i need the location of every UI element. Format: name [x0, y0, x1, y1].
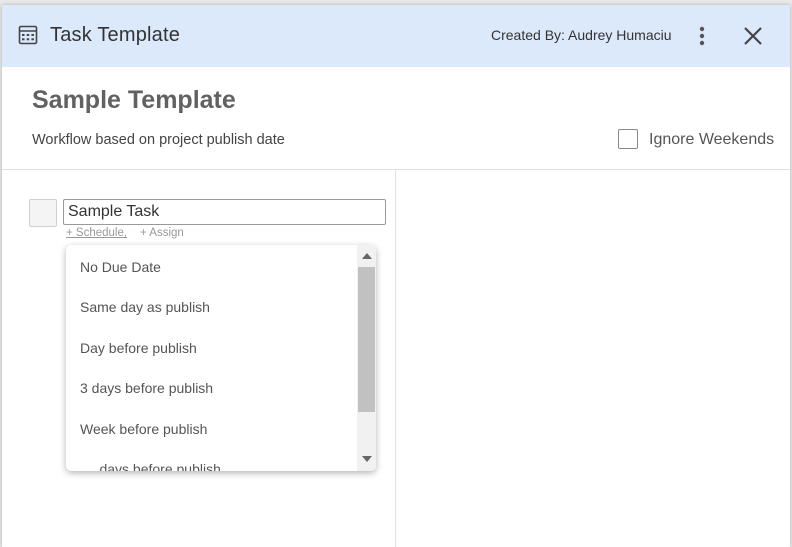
ignore-weekends-label[interactable]: Ignore Weekends	[649, 131, 774, 149]
dropdown-option[interactable]: No Due Date	[80, 259, 161, 275]
scroll-down-arrow-icon[interactable]	[362, 456, 372, 462]
dialog-header: Task Template Created By: Audrey Humaciu	[2, 5, 790, 67]
dropdown-option[interactable]: Day before publish	[80, 340, 197, 356]
close-icon[interactable]	[740, 23, 766, 49]
dropdown-scrollbar[interactable]	[357, 245, 376, 471]
schedule-dropdown: No Due Date Same day as publish Day befo…	[66, 245, 376, 471]
task-template-dialog: Task Template Created By: Audrey Humaciu…	[2, 5, 790, 547]
template-description: Workflow based on project publish date	[32, 132, 285, 148]
template-icon	[18, 25, 38, 45]
dropdown-option[interactable]: __ days before publish	[80, 461, 221, 471]
assign-link[interactable]: + Assign	[140, 227, 184, 239]
schedule-link[interactable]: + Schedule,	[66, 227, 127, 239]
more-vertical-icon[interactable]	[692, 23, 712, 49]
dropdown-option[interactable]: Same day as publish	[80, 299, 210, 315]
task-complete-checkbox[interactable]	[29, 199, 57, 227]
template-name[interactable]: Sample Template	[32, 86, 236, 115]
column-divider	[395, 170, 396, 547]
scroll-up-arrow-icon[interactable]	[362, 253, 372, 259]
task-name-input[interactable]	[63, 199, 386, 225]
dropdown-option[interactable]: Week before publish	[80, 421, 207, 437]
dialog-title: Task Template	[50, 24, 181, 46]
ignore-weekends-checkbox[interactable]	[618, 129, 638, 149]
created-by-label: Created By: Audrey Humaciu	[491, 27, 672, 43]
scrollbar-thumb[interactable]	[358, 267, 375, 412]
section-divider	[2, 169, 790, 170]
dropdown-option[interactable]: 3 days before publish	[80, 380, 213, 396]
